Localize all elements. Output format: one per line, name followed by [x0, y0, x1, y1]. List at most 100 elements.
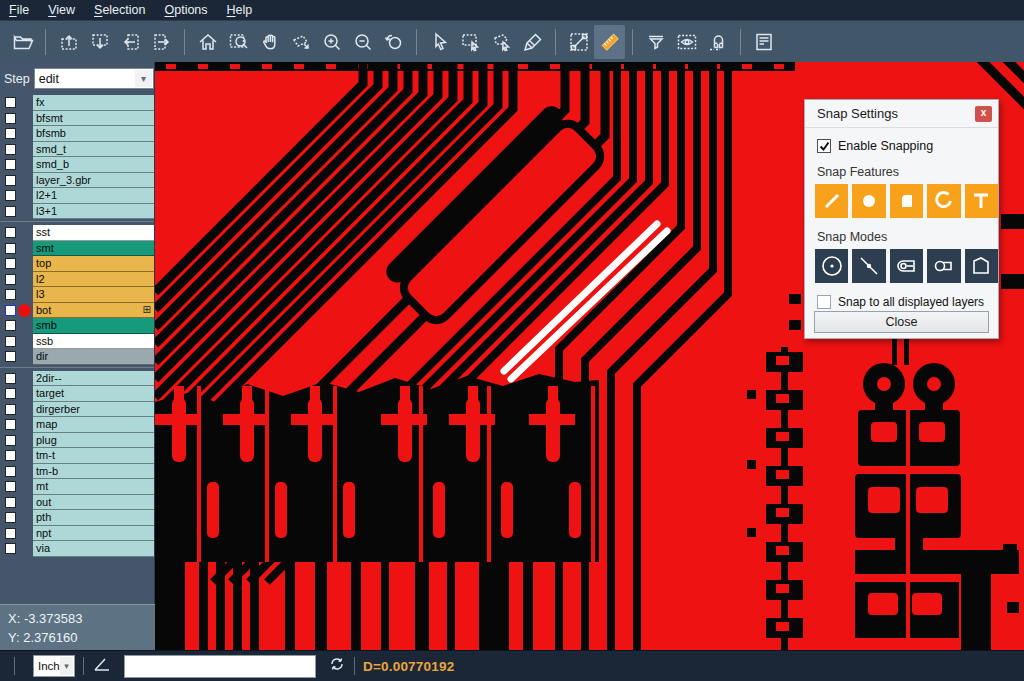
measure-input[interactable] — [124, 655, 316, 678]
layer-row-ssb[interactable]: ssb — [0, 334, 154, 350]
layer-visibility-checkbox[interactable] — [5, 481, 16, 492]
layer-visibility-checkbox[interactable] — [5, 175, 16, 186]
layer-row-2dir--[interactable]: 2dir-- — [0, 371, 154, 387]
snap-dialog-titlebar[interactable]: Snap Settings x — [805, 100, 998, 128]
layer-name-strip[interactable]: 2dir-- — [33, 371, 154, 387]
layer-name-strip[interactable]: l3+1 — [33, 204, 154, 220]
layer-visibility-checkbox[interactable] — [5, 128, 16, 139]
layer-row-mt[interactable]: mt — [0, 479, 154, 495]
layer-name-strip[interactable]: smt — [33, 241, 154, 257]
layer-visibility-checkbox[interactable] — [5, 388, 16, 399]
layer-visibility-checkbox[interactable] — [5, 351, 16, 362]
layer-visibility-checkbox[interactable] — [5, 243, 16, 254]
layer-name-strip[interactable]: bfsmb — [33, 126, 154, 142]
layer-row-plug[interactable]: plug — [0, 433, 154, 449]
grid-icon[interactable]: ⊞ — [143, 304, 151, 315]
layer-visibility-checkbox[interactable] — [5, 373, 16, 384]
layer-row-smd_t[interactable]: smd_t — [0, 142, 154, 158]
layer-visibility-checkbox[interactable] — [5, 450, 16, 461]
layer-row-l2[interactable]: l2 — [0, 272, 154, 288]
layer-visibility-checkbox[interactable] — [5, 97, 16, 108]
layer-visibility-checkbox[interactable] — [5, 190, 16, 201]
menu-item-options[interactable]: Options — [164, 3, 207, 17]
layer-name-strip[interactable]: tm-b — [33, 464, 154, 480]
layer-row-out[interactable]: out — [0, 495, 154, 511]
move-polygon-button[interactable] — [285, 25, 316, 59]
layer-name-strip[interactable]: out — [33, 495, 154, 511]
menu-item-file[interactable]: File — [9, 3, 29, 17]
layer-row-bfsmb[interactable]: bfsmb — [0, 126, 154, 142]
angle-measure-icon[interactable] — [92, 654, 112, 678]
layer-name-strip[interactable]: dirgerber — [33, 402, 154, 418]
snap-feature-pad-button[interactable] — [852, 184, 885, 218]
layer-visibility-checkbox[interactable] — [5, 159, 16, 170]
sync-icon[interactable] — [328, 655, 346, 677]
snap-feature-arc-button[interactable] — [927, 184, 960, 218]
paint-brush-button[interactable] — [517, 25, 548, 59]
layer-name-strip[interactable]: dir — [33, 349, 154, 365]
layer-row-l3+1[interactable]: l3+1 — [0, 204, 154, 220]
layer-visibility-checkbox[interactable] — [5, 543, 16, 554]
snap-mode-slot-end-button[interactable] — [890, 249, 923, 283]
layer-row-smd_b[interactable]: smd_b — [0, 157, 154, 173]
snap-all-layers-checkbox[interactable] — [817, 295, 831, 309]
menu-item-selection[interactable]: Selection — [94, 3, 145, 17]
layer-name-strip[interactable]: ssb — [33, 334, 154, 350]
layer-row-layer_3.gbr[interactable]: layer_3.gbr — [0, 173, 154, 189]
layer-name-strip[interactable]: smd_b — [33, 157, 154, 173]
layer-row-dirgerber[interactable]: dirgerber — [0, 402, 154, 418]
snap-feature-line-button[interactable] — [815, 184, 848, 218]
zoom-window-button[interactable] — [223, 25, 254, 59]
layer-visibility-checkbox[interactable] — [5, 274, 16, 285]
enable-snapping-checkbox[interactable] — [817, 139, 831, 153]
zoom-previous-button[interactable] — [378, 25, 409, 59]
layer-visibility-checkbox[interactable] — [5, 227, 16, 238]
layer-visibility-checkbox[interactable] — [5, 289, 16, 300]
layer-name-strip[interactable]: tm-t — [33, 448, 154, 464]
layer-name-strip[interactable]: via — [33, 541, 154, 557]
snap-feature-text-button[interactable] — [965, 184, 998, 218]
import-top-button[interactable] — [53, 25, 84, 59]
layer-row-npt[interactable]: npt — [0, 526, 154, 542]
view-options-button[interactable] — [671, 25, 702, 59]
layer-visibility-checkbox[interactable] — [5, 305, 16, 316]
layer-row-fx[interactable]: fx — [0, 95, 154, 111]
layer-name-strip[interactable]: l3 — [33, 287, 154, 303]
snap-dialog-close-action-button[interactable]: Close — [814, 311, 989, 333]
layer-name-strip[interactable]: bfsmt — [33, 111, 154, 127]
layer-name-strip[interactable]: layer_3.gbr — [33, 173, 154, 189]
layer-name-strip[interactable]: map — [33, 417, 154, 433]
layer-name-strip[interactable]: npt — [33, 526, 154, 542]
layer-name-strip[interactable]: l2 — [33, 272, 154, 288]
layer-row-sst[interactable]: sst — [0, 225, 154, 241]
layer-row-target[interactable]: target — [0, 386, 154, 402]
layer-visibility-checkbox[interactable] — [5, 435, 16, 446]
import-left-button[interactable] — [115, 25, 146, 59]
snap-mode-center-button[interactable] — [815, 249, 848, 283]
layer-row-via[interactable]: via — [0, 541, 154, 557]
zoom-in-button[interactable] — [316, 25, 347, 59]
select-cursor-button[interactable] — [424, 25, 455, 59]
snap-magnet-button[interactable] — [702, 25, 733, 59]
layer-visibility-checkbox[interactable] — [5, 528, 16, 539]
snap-feature-surface-button[interactable] — [890, 184, 923, 218]
snap-mode-slot-button[interactable] — [927, 249, 960, 283]
select-rectangle-button[interactable] — [455, 25, 486, 59]
layer-row-l2+1[interactable]: l2+1 — [0, 188, 154, 204]
layer-name-strip[interactable]: mt — [33, 479, 154, 495]
layer-name-strip[interactable]: top — [33, 256, 154, 272]
menu-item-view[interactable]: View — [48, 3, 75, 17]
layer-name-strip[interactable]: sst — [33, 225, 154, 241]
pan-hand-button[interactable] — [254, 25, 285, 59]
measure-line-button[interactable] — [563, 25, 594, 59]
layer-row-tm-b[interactable]: tm-b — [0, 464, 154, 480]
layer-visibility-checkbox[interactable] — [5, 404, 16, 415]
import-bottom-button[interactable] — [84, 25, 115, 59]
zoom-out-button[interactable] — [347, 25, 378, 59]
layer-row-bot[interactable]: bot⊞ — [0, 303, 154, 319]
layer-visibility-checkbox[interactable] — [5, 206, 16, 217]
unit-select[interactable]: Inch ▾ — [33, 655, 75, 677]
layer-name-strip[interactable]: bot⊞ — [33, 303, 154, 319]
layer-name-strip[interactable]: fx — [33, 95, 154, 111]
layer-visibility-checkbox[interactable] — [5, 419, 16, 430]
